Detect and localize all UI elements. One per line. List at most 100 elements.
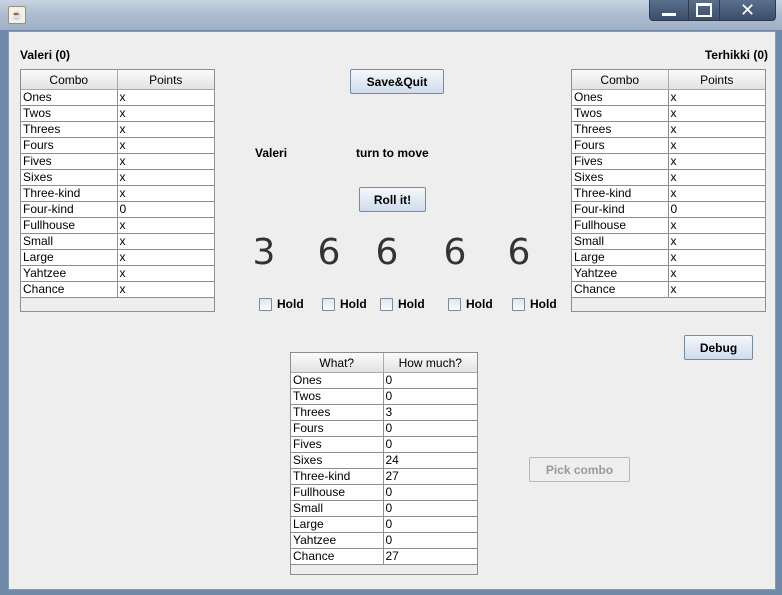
value-cell[interactable]: 0 <box>383 500 477 517</box>
combo-column-header[interactable]: Combo <box>572 70 669 90</box>
hold-checkbox-2[interactable]: Hold <box>322 297 367 311</box>
combo-name-cell[interactable]: Fours <box>21 137 118 154</box>
combo-name-cell[interactable]: Three-kind <box>572 185 669 202</box>
value-cell[interactable]: x <box>668 265 765 282</box>
value-cell[interactable]: 0 <box>383 420 477 437</box>
table-row[interactable]: Large 0 <box>291 516 477 533</box>
how-much-column-header[interactable]: How much? <box>383 353 477 373</box>
value-cell[interactable]: x <box>668 217 765 234</box>
value-cell[interactable]: x <box>117 105 214 122</box>
roll-button[interactable]: Roll it! <box>359 187 426 212</box>
table-row[interactable]: Fives x <box>21 153 214 170</box>
value-cell[interactable]: x <box>668 249 765 266</box>
value-cell[interactable]: 0 <box>383 436 477 453</box>
table-row[interactable]: Fours x <box>572 137 765 154</box>
combo-name-cell[interactable]: Three-kind <box>291 468 384 485</box>
table-row[interactable]: Sixes x <box>572 169 765 186</box>
checkbox-icon[interactable] <box>322 297 335 311</box>
value-cell[interactable]: x <box>117 185 214 202</box>
value-cell[interactable]: 0 <box>383 516 477 533</box>
table-row[interactable]: Chance 27 <box>291 548 477 565</box>
points-column-header[interactable]: Points <box>668 70 765 90</box>
value-cell[interactable]: x <box>668 121 765 138</box>
value-cell[interactable]: x <box>117 233 214 250</box>
right-score-table[interactable]: Combo Points Ones x Twos x Threes x Fours x Five… <box>571 69 766 312</box>
table-row[interactable]: Sixes x <box>21 169 214 186</box>
combo-name-cell[interactable]: Yahtzee <box>21 265 118 282</box>
table-row[interactable]: Three-kind x <box>21 185 214 202</box>
table-row[interactable]: Ones x <box>21 89 214 106</box>
hold-checkbox-1[interactable]: Hold <box>259 297 304 311</box>
table-row[interactable]: Twos 0 <box>291 388 477 405</box>
combo-name-cell[interactable]: Fours <box>572 137 669 154</box>
combo-name-cell[interactable]: Fives <box>572 153 669 170</box>
combo-name-cell[interactable]: Ones <box>572 89 669 106</box>
save-quit-button[interactable]: Save&Quit <box>350 69 444 94</box>
combo-name-cell[interactable]: Chance <box>291 548 384 565</box>
value-cell[interactable]: 0 <box>383 532 477 549</box>
combo-name-cell[interactable]: Threes <box>572 121 669 138</box>
value-cell[interactable]: x <box>668 137 765 154</box>
value-cell[interactable]: 3 <box>383 404 477 421</box>
table-row[interactable]: Fullhouse x <box>572 217 765 234</box>
combo-name-cell[interactable]: Fives <box>291 436 384 453</box>
value-cell[interactable]: x <box>668 105 765 122</box>
checkbox-icon[interactable] <box>448 297 461 311</box>
combo-column-header[interactable]: Combo <box>21 70 118 90</box>
combo-name-cell[interactable]: Three-kind <box>21 185 118 202</box>
table-row[interactable]: Yahtzee 0 <box>291 532 477 549</box>
value-cell[interactable]: x <box>668 185 765 202</box>
hold-checkbox-3[interactable]: Hold <box>380 297 425 311</box>
table-row[interactable]: Four-kind 0 <box>572 201 765 218</box>
combo-name-cell[interactable]: Large <box>291 516 384 533</box>
table-row[interactable]: Threes x <box>572 121 765 138</box>
combo-name-cell[interactable]: Threes <box>291 404 384 421</box>
value-cell[interactable]: x <box>117 265 214 282</box>
combo-name-cell[interactable]: Fullhouse <box>21 217 118 234</box>
table-row[interactable]: Fives x <box>572 153 765 170</box>
value-cell[interactable]: 0 <box>383 484 477 501</box>
combo-name-cell[interactable]: Twos <box>21 105 118 122</box>
combo-name-cell[interactable]: Twos <box>572 105 669 122</box>
table-row[interactable]: Small 0 <box>291 500 477 517</box>
table-row[interactable]: Twos x <box>21 105 214 122</box>
table-row[interactable]: Large x <box>21 249 214 266</box>
table-row[interactable]: Three-kind x <box>572 185 765 202</box>
combo-name-cell[interactable]: Threes <box>21 121 118 138</box>
value-cell[interactable]: x <box>668 169 765 186</box>
table-row[interactable]: Chance x <box>572 281 765 298</box>
table-row[interactable]: Four-kind 0 <box>21 201 214 218</box>
combo-name-cell[interactable]: Yahtzee <box>291 532 384 549</box>
combo-name-cell[interactable]: Small <box>572 233 669 250</box>
value-cell[interactable]: x <box>117 89 214 106</box>
hold-checkbox-5[interactable]: Hold <box>512 297 557 311</box>
value-cell[interactable]: x <box>117 281 214 298</box>
value-cell[interactable]: 0 <box>383 372 477 389</box>
table-row[interactable]: Small x <box>572 233 765 250</box>
table-row[interactable]: Small x <box>21 233 214 250</box>
hold-checkbox-4[interactable]: Hold <box>448 297 493 311</box>
close-button[interactable]: ✕ <box>720 0 776 21</box>
combo-name-cell[interactable]: Chance <box>572 281 669 298</box>
value-cell[interactable]: x <box>668 233 765 250</box>
value-cell[interactable]: x <box>117 137 214 154</box>
window-titlebar[interactable]: ☕ ✕ <box>0 0 782 30</box>
value-cell[interactable]: x <box>668 281 765 298</box>
table-row[interactable]: Fives 0 <box>291 436 477 453</box>
value-cell[interactable]: x <box>117 169 214 186</box>
value-cell[interactable]: x <box>668 153 765 170</box>
points-column-header[interactable]: Points <box>117 70 214 90</box>
combo-name-cell[interactable]: Fullhouse <box>572 217 669 234</box>
value-cell[interactable]: x <box>668 89 765 106</box>
value-cell[interactable]: x <box>117 217 214 234</box>
combo-name-cell[interactable]: Twos <box>291 388 384 405</box>
table-row[interactable]: Yahtzee x <box>21 265 214 282</box>
table-row[interactable]: Fours x <box>21 137 214 154</box>
combo-name-cell[interactable]: Small <box>291 500 384 517</box>
combo-name-cell[interactable]: Four-kind <box>21 201 118 218</box>
table-row[interactable]: Yahtzee x <box>572 265 765 282</box>
table-row[interactable]: Three-kind 27 <box>291 468 477 485</box>
combo-name-cell[interactable]: Sixes <box>21 169 118 186</box>
value-cell[interactable]: x <box>117 249 214 266</box>
value-cell[interactable]: x <box>117 153 214 170</box>
